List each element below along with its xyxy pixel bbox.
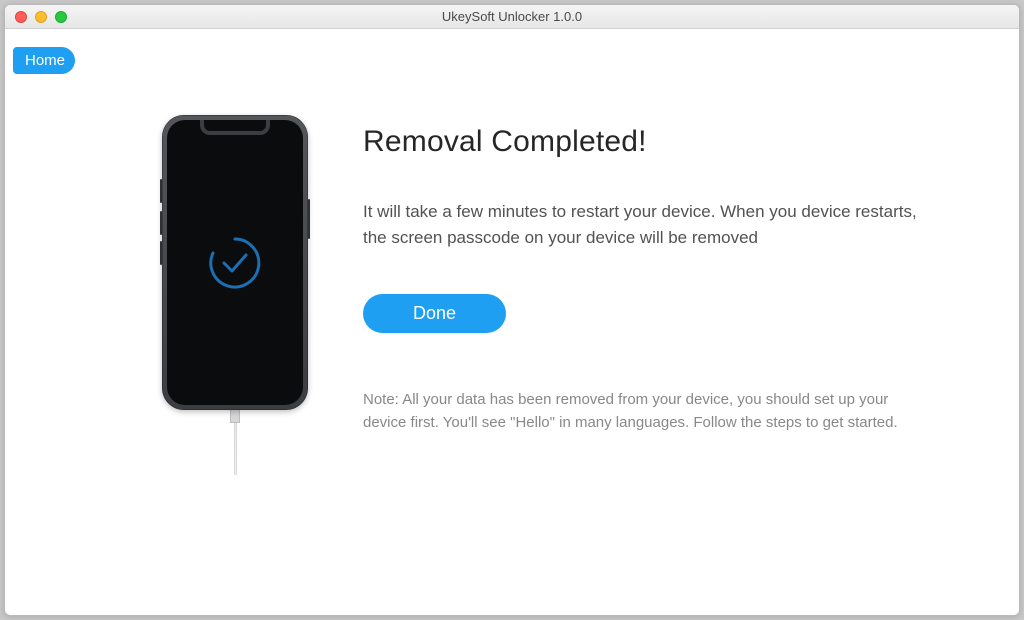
note-text: Note: All your data has been removed fro… [363,389,903,434]
home-button[interactable]: Home [13,47,75,74]
phone-screen [167,120,303,405]
minimize-icon[interactable] [35,11,47,23]
page-title: Removal Completed! [363,125,923,159]
cable-line [234,423,237,475]
done-button[interactable]: Done [363,294,506,333]
app-window: UkeySoft Unlocker 1.0.0 Home Rem [4,4,1020,616]
window-title: UkeySoft Unlocker 1.0.0 [5,9,1019,24]
phone-notch [200,120,270,135]
maximize-icon[interactable] [55,11,67,23]
checkmark-icon [207,235,263,291]
close-icon[interactable] [15,11,27,23]
cable-connector-icon [230,409,240,423]
main-content: Removal Completed! It will take a few mi… [155,115,959,475]
window-controls [5,11,67,23]
titlebar: UkeySoft Unlocker 1.0.0 [5,5,1019,29]
message-panel: Removal Completed! It will take a few mi… [363,115,923,434]
description-text: It will take a few minutes to restart yo… [363,199,923,250]
device-illustration [155,115,315,475]
phone-frame [162,115,308,410]
